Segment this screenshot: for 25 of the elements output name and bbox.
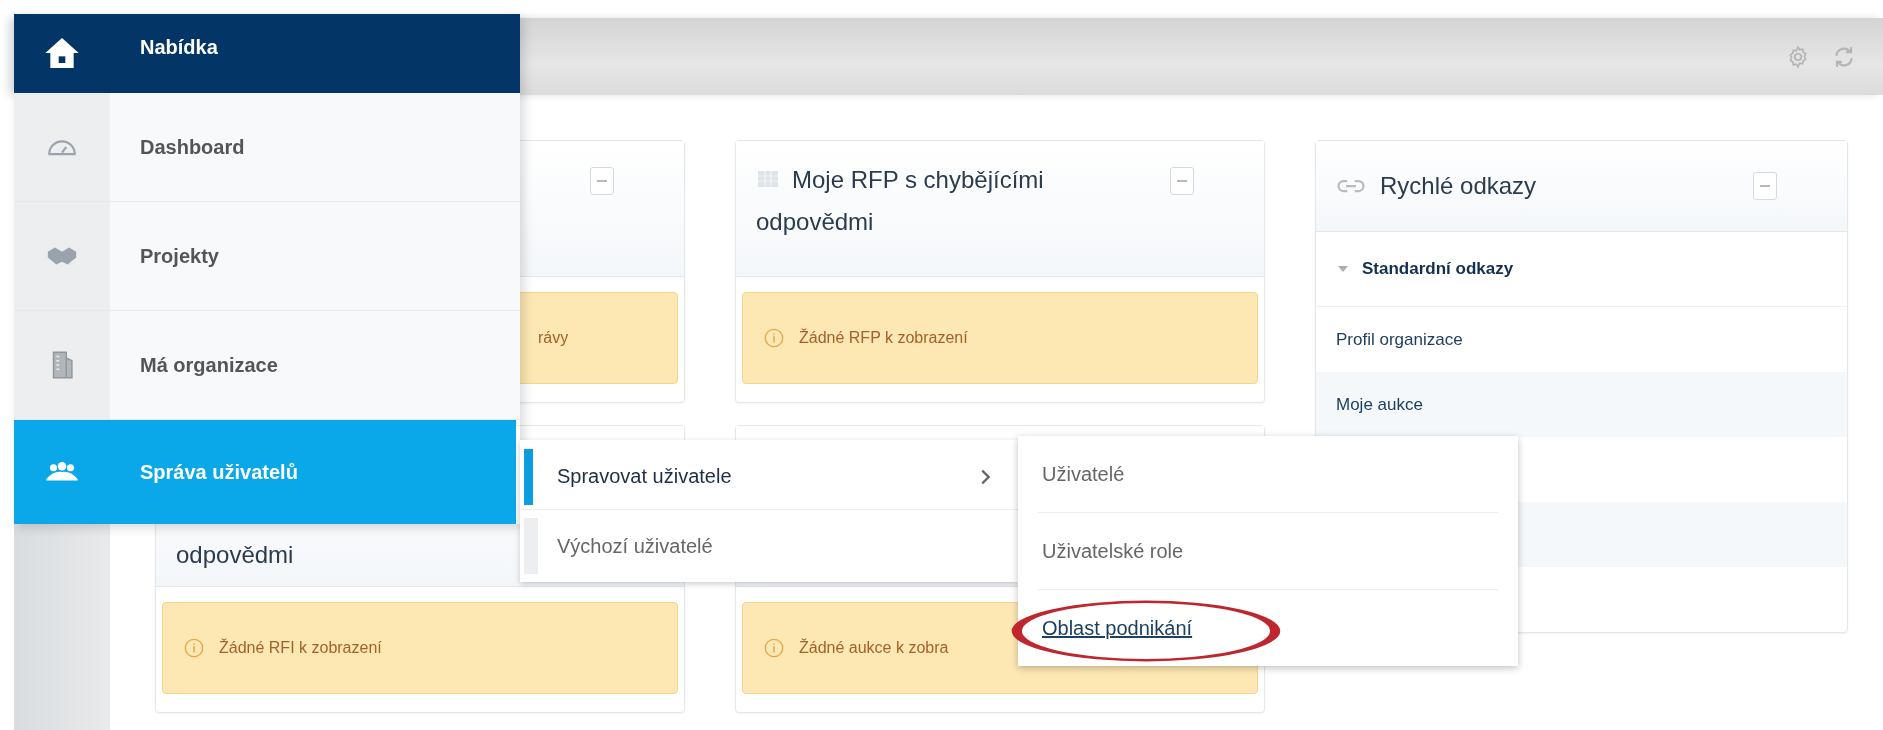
info-icon: [183, 637, 205, 659]
alert-text: Žádné RFP k zobrazení: [799, 329, 968, 347]
section-header[interactable]: Standardní odkazy: [1316, 232, 1847, 307]
menu-item[interactable]: Dashboard: [14, 93, 520, 202]
submenu-item[interactable]: Uživatelé: [1042, 462, 1125, 486]
quick-link[interactable]: Moje aukce: [1336, 394, 1423, 415]
submenu-item[interactable]: Spravovat uživatele: [520, 444, 1018, 510]
caret-icon: [1338, 266, 1348, 272]
submenu-item[interactable]: Výchozí uživatelé: [520, 510, 1018, 582]
minimize-button[interactable]: [590, 167, 614, 195]
widget-title: Rychlé odkazy: [1380, 171, 1537, 201]
menu-title: Nabídka: [139, 35, 218, 60]
alert-text: rávy: [538, 329, 569, 347]
submenu-item[interactable]: Uživatelské role: [1042, 539, 1184, 563]
quick-link[interactable]: Profil organizace: [1336, 329, 1463, 350]
alert-text: Žádné RFI k zobrazení: [219, 639, 382, 657]
menu-item[interactable]: Má organizace: [14, 311, 520, 420]
widget-title: odpovědmi: [176, 540, 294, 570]
info-icon: [763, 637, 785, 659]
widget-title: Moje RFP s chybějícími odpovědmi: [756, 165, 1045, 237]
info-icon: [763, 327, 785, 349]
menu-item[interactable]: Projekty: [14, 202, 520, 311]
minimize-button[interactable]: [1753, 172, 1777, 200]
minimize-button[interactable]: [1170, 167, 1194, 195]
alert-text: Žádné aukce k zobra: [799, 639, 949, 657]
